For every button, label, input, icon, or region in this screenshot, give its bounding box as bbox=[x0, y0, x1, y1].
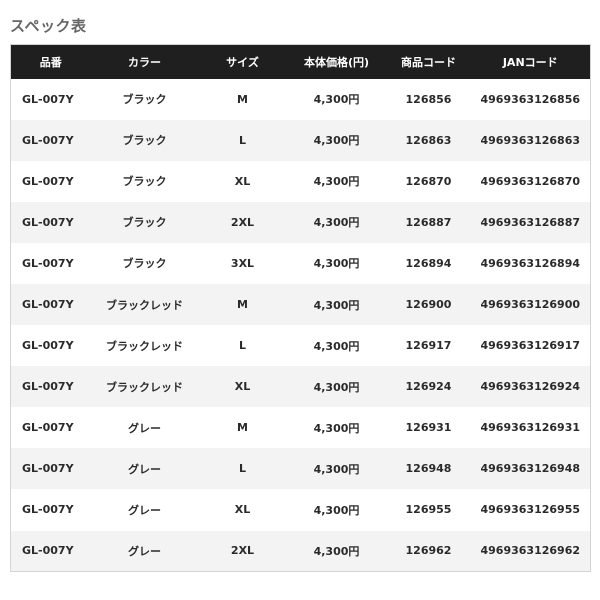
cell-hinban: GL-007Y bbox=[22, 133, 74, 147]
table-body: GL-007Y ブラック M 4,300円 126856 4969363126856 GL-… bbox=[10, 78, 591, 572]
header-product-code: 商品コード bbox=[401, 55, 456, 69]
cell-color: ブラックレッド bbox=[106, 298, 183, 312]
cell-jan-code: 4969363126955 bbox=[480, 503, 581, 517]
cell-size: L bbox=[238, 133, 246, 147]
cell-product-code: 126856 bbox=[405, 92, 452, 106]
header-price: 本体価格(円) bbox=[303, 55, 370, 69]
table-row: GL-007Y ブラックレッド XL 4,300円 126924 496936312692… bbox=[10, 366, 591, 408]
spec-table: 品番 カラー サイズ 本体価格(円) 商品コード JANコード GL-007Y ブ… bbox=[10, 44, 591, 573]
cell-jan-code: 4969363126962 bbox=[480, 544, 581, 558]
cell-product-code: 126931 bbox=[405, 421, 452, 435]
cell-size: M bbox=[237, 298, 248, 312]
header-row: 品番 カラー サイズ 本体価格(円) 商品コード JANコード bbox=[10, 44, 591, 79]
cell-hinban: GL-007Y bbox=[22, 256, 74, 270]
table-row: GL-007Y ブラック M 4,300円 126856 4969363126856 bbox=[10, 78, 591, 120]
cell-hinban: GL-007Y bbox=[22, 298, 74, 312]
cell-color: グレー bbox=[128, 544, 161, 558]
cell-jan-code: 4969363126900 bbox=[480, 298, 581, 312]
cell-color: ブラック bbox=[122, 134, 167, 148]
table-row: GL-007Y ブラックレッド L 4,300円 126917 4969363126917 bbox=[10, 325, 591, 367]
cell-hinban: GL-007Y bbox=[22, 215, 74, 229]
cell-product-code: 126917 bbox=[405, 339, 452, 353]
table-row: GL-007Y ブラック 3XL 4,300円 126894 4969363126894 bbox=[10, 242, 591, 284]
cell-hinban: GL-007Y bbox=[22, 544, 74, 558]
header-hinban: 品番 bbox=[39, 55, 62, 69]
cell-price: 4,300円 bbox=[313, 216, 360, 230]
cell-jan-code: 4969363126931 bbox=[480, 421, 581, 435]
table-row: GL-007Y ブラック L 4,300円 126863 4969363126863 bbox=[10, 119, 591, 161]
cell-size: XL bbox=[234, 503, 251, 517]
cell-jan-code: 4969363126887 bbox=[480, 215, 581, 229]
cell-hinban: GL-007Y bbox=[22, 174, 74, 188]
cell-size: L bbox=[238, 339, 246, 353]
cell-price: 4,300円 bbox=[313, 462, 360, 476]
table-row: GL-007Y グレー 2XL 4,300円 126962 4969363126962 bbox=[10, 530, 591, 572]
table-row: GL-007Y ブラックレッド M 4,300円 126900 4969363126900 bbox=[10, 283, 591, 326]
cell-price: 4,300円 bbox=[313, 380, 360, 394]
cell-color: グレー bbox=[128, 421, 161, 435]
cell-price: 4,300円 bbox=[313, 175, 360, 189]
cell-hinban: GL-007Y bbox=[22, 462, 74, 476]
cell-jan-code: 4969363126924 bbox=[480, 380, 581, 394]
header-jan-code: JANコード bbox=[502, 55, 558, 69]
table-row: GL-007Y グレー XL 4,300円 126955 4969363126955 bbox=[10, 489, 591, 531]
cell-color: ブラック bbox=[122, 216, 167, 230]
cell-product-code: 126924 bbox=[405, 380, 452, 394]
cell-color: ブラックレッド bbox=[106, 339, 183, 353]
cell-size: 3XL bbox=[230, 256, 255, 270]
cell-price: 4,300円 bbox=[313, 134, 360, 148]
cell-size: XL bbox=[234, 174, 251, 188]
cell-product-code: 126948 bbox=[405, 462, 452, 476]
cell-jan-code: 4969363126863 bbox=[480, 133, 581, 147]
cell-size: XL bbox=[234, 380, 251, 394]
cell-jan-code: 4969363126917 bbox=[480, 339, 581, 353]
cell-color: ブラックレッド bbox=[106, 380, 183, 394]
cell-hinban: GL-007Y bbox=[22, 339, 74, 353]
cell-size: M bbox=[237, 421, 248, 435]
cell-product-code: 126955 bbox=[405, 503, 452, 517]
cell-hinban: GL-007Y bbox=[22, 380, 74, 394]
cell-color: グレー bbox=[128, 503, 161, 517]
cell-jan-code: 4969363126856 bbox=[480, 92, 581, 106]
cell-product-code: 126887 bbox=[405, 215, 452, 229]
cell-jan-code: 4969363126948 bbox=[480, 462, 581, 476]
cell-price: 4,300円 bbox=[313, 93, 360, 107]
cell-color: ブラック bbox=[122, 93, 167, 107]
section-title: スペック表 bbox=[10, 17, 87, 35]
cell-size: L bbox=[238, 462, 246, 476]
cell-product-code: 126870 bbox=[405, 174, 452, 188]
cell-jan-code: 4969363126894 bbox=[480, 256, 581, 270]
header-size: サイズ bbox=[226, 55, 259, 69]
table-row: GL-007Y グレー L 4,300円 126948 4969363126948 bbox=[10, 448, 591, 490]
cell-price: 4,300円 bbox=[313, 339, 360, 353]
cell-product-code: 126863 bbox=[405, 133, 452, 147]
cell-hinban: GL-007Y bbox=[22, 503, 74, 517]
cell-price: 4,300円 bbox=[313, 503, 360, 517]
cell-size: M bbox=[237, 92, 248, 106]
cell-jan-code: 4969363126870 bbox=[480, 174, 581, 188]
cell-size: 2XL bbox=[230, 215, 255, 229]
cell-price: 4,300円 bbox=[313, 544, 360, 558]
cell-color: ブラック bbox=[122, 175, 167, 189]
table-row: GL-007Y グレー M 4,300円 126931 4969363126931 bbox=[10, 407, 591, 449]
table-header: 品番 カラー サイズ 本体価格(円) 商品コード JANコード bbox=[10, 44, 591, 79]
cell-hinban: GL-007Y bbox=[22, 92, 74, 106]
cell-price: 4,300円 bbox=[313, 298, 360, 312]
cell-color: ブラック bbox=[122, 257, 167, 271]
cell-hinban: GL-007Y bbox=[22, 421, 74, 435]
header-color: カラー bbox=[128, 55, 161, 69]
table-row: GL-007Y ブラック 2XL 4,300円 126887 4969363126887 bbox=[10, 201, 591, 243]
cell-price: 4,300円 bbox=[313, 421, 360, 435]
cell-size: 2XL bbox=[230, 544, 255, 558]
cell-product-code: 126962 bbox=[405, 544, 452, 558]
cell-product-code: 126894 bbox=[405, 256, 452, 270]
cell-product-code: 126900 bbox=[405, 298, 452, 312]
table-row: GL-007Y ブラック XL 4,300円 126870 4969363126870 bbox=[10, 160, 591, 202]
cell-price: 4,300円 bbox=[313, 257, 360, 271]
cell-color: グレー bbox=[128, 462, 161, 476]
